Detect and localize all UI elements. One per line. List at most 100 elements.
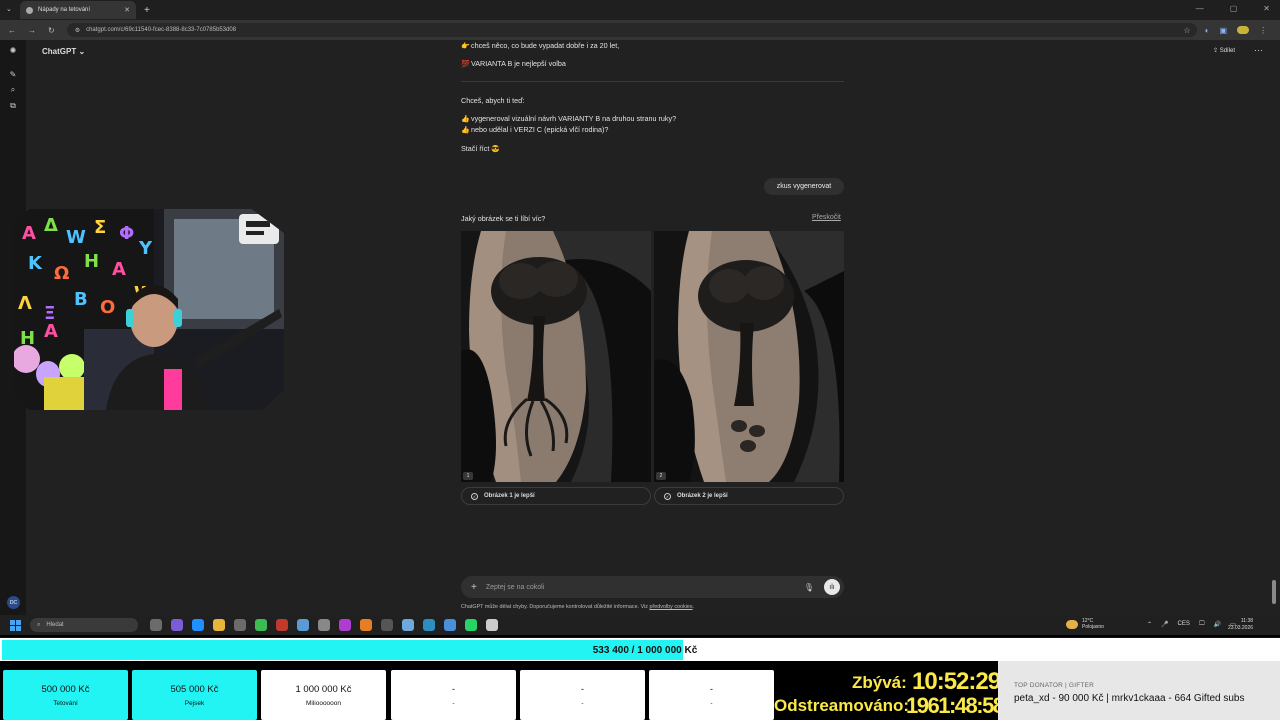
taskbar-app-icon[interactable] xyxy=(192,619,204,631)
reload-button[interactable]: ↻ xyxy=(48,26,55,35)
taskbar-app-icon[interactable] xyxy=(339,619,351,631)
taskbar-app-icon[interactable] xyxy=(150,619,162,631)
goal-label: - xyxy=(452,699,455,707)
goal-label: Pejsek xyxy=(184,699,205,707)
svg-text:W: W xyxy=(66,227,86,248)
search-icon[interactable]: ⌕ xyxy=(8,85,18,95)
network-icon[interactable]: 🖵 xyxy=(1199,621,1205,628)
goal-label: - xyxy=(581,699,584,707)
taskbar-app-icon[interactable] xyxy=(360,619,372,631)
url-text: chatgpt.com/c/69c11540-fcec-8388-8c33-7c… xyxy=(86,27,237,33)
stream-overlay-bottom: 500 000 Kč Tetování 505 000 Kč Pejsek 1 00… xyxy=(0,661,1280,720)
taskbar-app-icon[interactable] xyxy=(465,619,477,631)
skip-link[interactable]: Přeskočit xyxy=(812,214,841,221)
start-windows-icon[interactable] xyxy=(10,619,21,631)
share-button[interactable]: ⇪ Sdílet xyxy=(1213,47,1235,54)
assistant-line-text: nebo udělal i VERZI C (epická vlčí rodin… xyxy=(471,125,609,134)
svg-text:O: O xyxy=(100,297,115,318)
top-donor-heading: TOP DONATOR | GIFTER xyxy=(1014,682,1094,689)
model-selector[interactable]: ChatGPT ⌄ xyxy=(42,47,85,56)
user-message: zkus vygenerovat xyxy=(764,178,844,195)
tab-list-chevron-icon[interactable]: ⌄ xyxy=(6,5,12,13)
more-options-button[interactable]: ··· xyxy=(1254,45,1263,55)
back-button[interactable]: ← xyxy=(8,26,16,35)
goal-box: -- xyxy=(649,670,774,720)
prefer-image-2-button[interactable]: ✓ Obrázek 2 je lepší xyxy=(654,487,844,505)
maximize-button[interactable]: ▢ xyxy=(1230,4,1238,13)
account-avatar[interactable]: DC xyxy=(7,596,20,609)
openai-logo-icon[interactable]: ✺ xyxy=(8,46,18,56)
site-info-icon[interactable]: ⚙ xyxy=(75,27,80,34)
svg-text:Φ: Φ xyxy=(119,223,134,244)
assistant-line-text: vygeneroval vizuální návrh VARIANTY B na… xyxy=(471,114,677,123)
microphone-icon[interactable]: 🎙 xyxy=(804,583,814,592)
share-label: Sdílet xyxy=(1219,48,1236,54)
language-indicator[interactable]: CES xyxy=(1178,621,1190,628)
message-composer[interactable]: + Zeptej se na cokoli 🎙 ılı xyxy=(461,576,844,598)
check-circle-icon: ✓ xyxy=(664,492,671,500)
goal-label: - xyxy=(710,699,713,707)
tab-close-icon[interactable]: ✕ xyxy=(124,6,130,14)
weather-widget[interactable]: 12°C Polojasno xyxy=(1066,618,1104,630)
taskbar-app-icon[interactable] xyxy=(297,619,309,631)
stream-timers: Zbývá: 10:52:29 Odstreamováno: 1961:48:5… xyxy=(774,667,1005,720)
cookie-preferences-link[interactable]: předvolby cookies xyxy=(649,604,692,610)
goal-box: -- xyxy=(391,670,516,720)
composer-placeholder[interactable]: Zeptej se na cokoli xyxy=(486,584,544,591)
webcam-overlay: AΔW ΣΦK ΩHA ΛΞB OHA WY xyxy=(14,209,284,410)
new-tab-button[interactable]: + xyxy=(144,5,150,16)
microphone-icon[interactable]: 🎤 xyxy=(1161,621,1168,628)
streamed-time: 1961:48:58 xyxy=(906,693,1005,718)
remaining-label: Zbývá: xyxy=(852,673,907,692)
prefer-image-1-button[interactable]: ✓ Obrázek 1 je lepší xyxy=(461,487,651,505)
hundred-points-icon: 💯 xyxy=(461,61,470,68)
scrollbar-thumb[interactable] xyxy=(1272,580,1276,604)
attach-plus-icon[interactable]: + xyxy=(471,582,477,593)
taskbar-app-icon[interactable] xyxy=(234,619,246,631)
minimize-button[interactable]: — xyxy=(1196,4,1204,13)
browser-toolbar: ← → ↻ ⚙ chatgpt.com/c/69c11540-fcec-8388… xyxy=(0,20,1280,40)
taskbar-app-icon[interactable] xyxy=(318,619,330,631)
sunglasses-face-icon: 😎 xyxy=(491,146,501,153)
taskbar-app-icon[interactable] xyxy=(171,619,183,631)
browser-tab-active[interactable]: Nápady na tetování ✕ xyxy=(20,1,136,19)
generated-image-1[interactable]: 1 xyxy=(461,231,651,482)
forward-button[interactable]: → xyxy=(28,26,36,35)
close-window-button[interactable]: ✕ xyxy=(1263,4,1270,13)
tray-chevron-icon[interactable]: ⌃ xyxy=(1147,621,1152,628)
bookmark-star-icon[interactable]: ☆ xyxy=(1184,26,1191,35)
section-divider xyxy=(461,81,844,82)
taskbar-app-icon[interactable] xyxy=(276,619,288,631)
svg-text:Δ: Δ xyxy=(44,215,58,236)
extensions-puzzle-icon[interactable]: ▣ xyxy=(1220,26,1228,35)
profile-avatar[interactable] xyxy=(1237,26,1250,34)
taskbar-app-icon[interactable] xyxy=(423,619,435,631)
svg-text:H: H xyxy=(84,251,99,272)
taskbar-app-icon[interactable] xyxy=(381,619,393,631)
browser-menu-icon[interactable]: ⋮ xyxy=(1259,26,1267,35)
extension-icon[interactable]: ◐ xyxy=(1205,26,1210,35)
generated-image-2[interactable]: 2 xyxy=(654,231,844,482)
system-tray: ⌃ 🎤 CES 🖵 🔊 ▭ xyxy=(1147,621,1236,628)
library-icon[interactable]: ⧉ xyxy=(8,101,18,111)
assistant-line-text: Stačí říct xyxy=(461,144,490,153)
taskbar-app-icon[interactable] xyxy=(255,619,267,631)
clock-time: 11:38 xyxy=(1240,618,1254,624)
svg-text:A: A xyxy=(44,321,58,342)
taskbar-clock[interactable]: 11:38 23.03.2026 xyxy=(1228,618,1253,632)
voice-mode-button[interactable]: ılı xyxy=(824,579,840,595)
taskbar-app-icon[interactable] xyxy=(213,619,225,631)
brand-label: ChatGPT xyxy=(42,47,77,56)
taskbar-app-icon[interactable] xyxy=(444,619,456,631)
tab-title: Nápady na tetování xyxy=(38,7,91,13)
volume-icon[interactable]: 🔊 xyxy=(1214,621,1221,628)
address-bar[interactable]: ⚙ chatgpt.com/c/69c11540-fcec-8388-8c33-… xyxy=(66,23,1197,37)
weather-icon xyxy=(1066,619,1078,629)
remaining-time: 10:52:29 xyxy=(912,668,1001,695)
new-chat-icon[interactable]: ✎ xyxy=(8,70,18,80)
taskbar-app-icon[interactable] xyxy=(402,619,414,631)
chatgpt-favicon-icon xyxy=(26,6,33,14)
goal-box: 1 000 000 Kč Milioooooon xyxy=(261,670,386,720)
taskbar-search[interactable]: ⌕ Hledat xyxy=(30,618,138,632)
taskbar-app-icon[interactable] xyxy=(486,619,498,631)
